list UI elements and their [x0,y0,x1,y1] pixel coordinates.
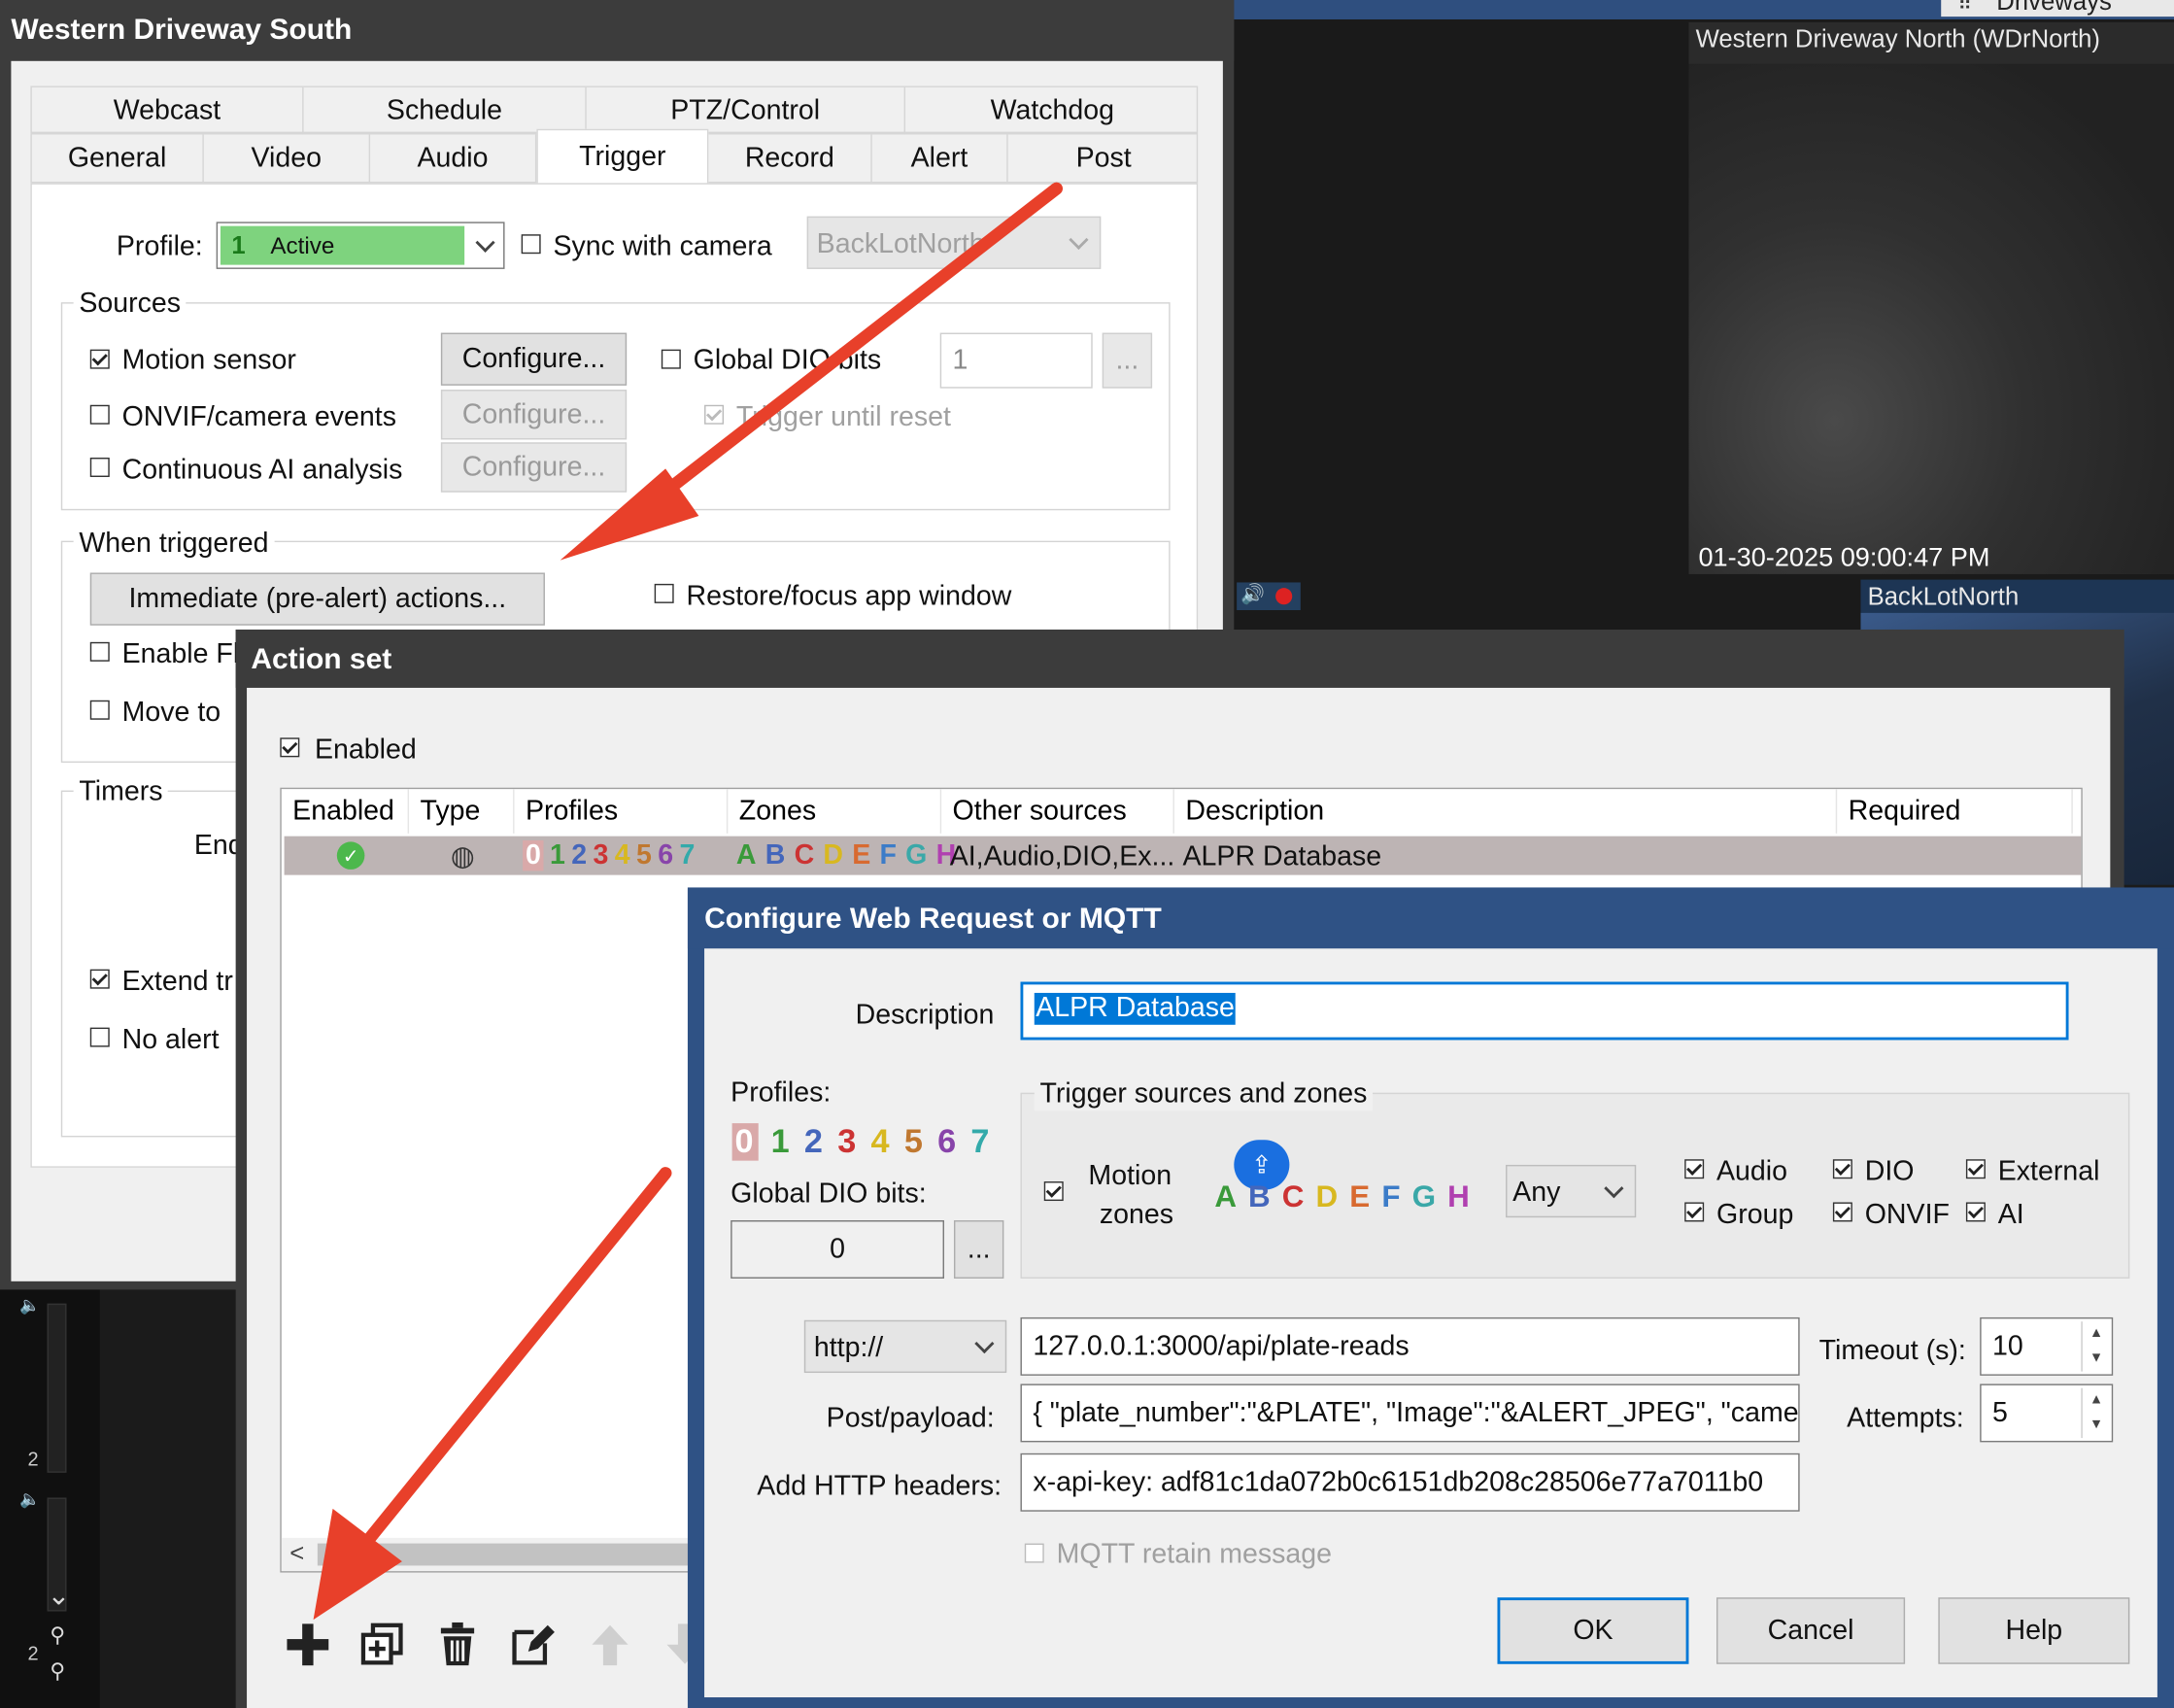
annotation-arrows [313,182,1064,1621]
annotation-arrow-1 [560,182,1064,561]
annotation-arrow-2 [313,1167,672,1621]
